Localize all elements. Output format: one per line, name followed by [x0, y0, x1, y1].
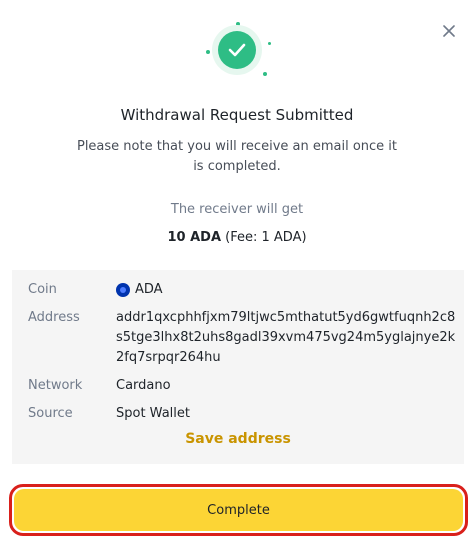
save-address-link[interactable]: Save address — [12, 431, 464, 447]
complete-button-highlight: Complete — [9, 484, 468, 536]
coin-value: ADA — [135, 282, 163, 297]
close-icon[interactable] — [443, 25, 455, 37]
decor-dot — [206, 50, 210, 54]
modal-title: Withdrawal Request Submitted — [120, 106, 354, 124]
address-label: Address — [28, 310, 80, 325]
network-value: Cardano — [116, 378, 171, 393]
fee-text: (Fee: 1 ADA) — [225, 230, 307, 245]
coin-value-wrap: ADA — [116, 280, 456, 300]
source-value: Spot Wallet — [116, 406, 190, 421]
source-label: Source — [28, 406, 73, 421]
email-note: Please note that you will receive an ema… — [76, 139, 398, 174]
withdrawal-details-panel: Coin ADA Address addr1qxcphhfjxm79ltjwc5… — [12, 270, 464, 464]
success-illustration — [200, 22, 274, 86]
complete-button[interactable]: Complete — [14, 489, 463, 531]
withdrawal-success-modal: Withdrawal Request Submitted Please note… — [0, 0, 474, 542]
receiver-label: The receiver will get — [170, 202, 304, 217]
decor-dot — [268, 42, 271, 45]
decor-dot — [263, 72, 267, 76]
receive-amount: 10 ADA — [167, 230, 221, 245]
close-button[interactable] — [439, 21, 459, 41]
check-circle-icon — [218, 31, 256, 69]
amount-line: 10 ADA (Fee: 1 ADA) — [0, 230, 474, 245]
decor-dot — [236, 22, 240, 26]
network-label: Network — [28, 378, 83, 393]
address-value: addr1qxcphhfjxm79ltjwc5mthatut5yd6gwtfuq… — [116, 310, 456, 365]
coin-label: Coin — [28, 282, 57, 297]
ada-coin-icon — [116, 283, 130, 297]
